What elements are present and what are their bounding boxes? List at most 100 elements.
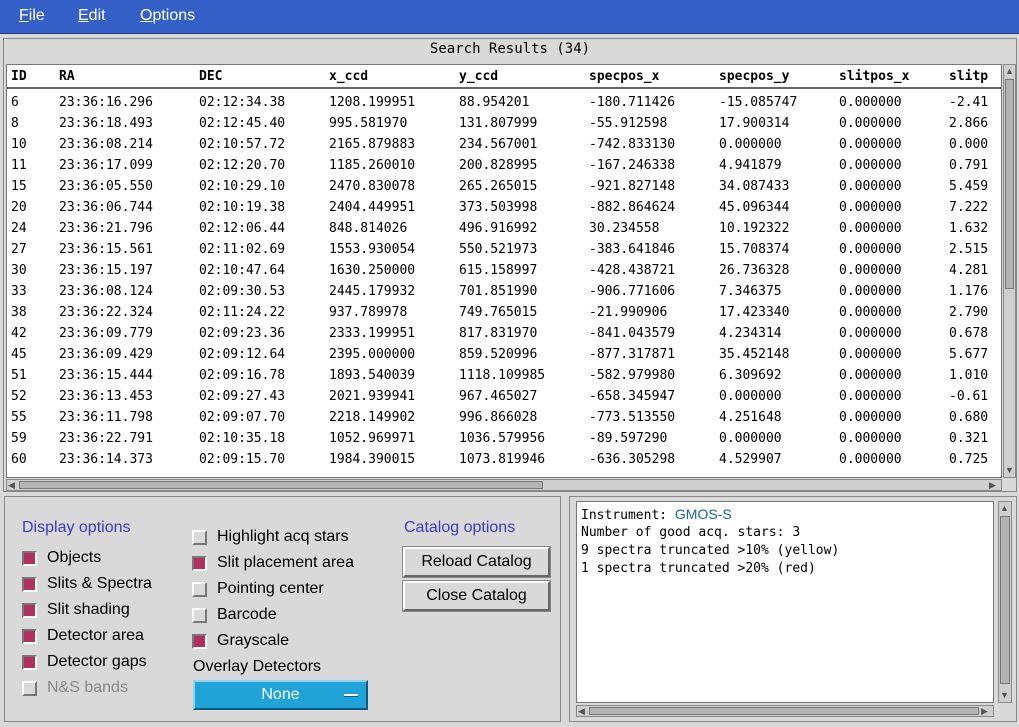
table-cell: 23:36:06.744 <box>59 200 153 215</box>
results-vertical-scrollbar[interactable]: ▲ ▼ <box>1003 64 1016 478</box>
menu-file[interactable]: File <box>19 7 45 25</box>
table-cell: 0.000000 <box>839 452 902 467</box>
table-cell: 4.281 <box>949 263 989 278</box>
results-horizontal-scroll-thumb[interactable] <box>19 481 543 489</box>
table-cell: 0.000000 <box>839 95 902 110</box>
table-cell: 23:36:11.798 <box>59 410 153 425</box>
info-vertical-scroll-thumb[interactable] <box>1000 516 1010 684</box>
column-header[interactable]: slitp <box>949 69 988 84</box>
table-cell: 23:36:05.550 <box>59 179 153 194</box>
table-row[interactable]: 60 23:36:14.373 02:09:15.70 1984.390015 1073… <box>7 450 1001 471</box>
table-row[interactable]: 51 23:36:15.444 02:09:16.78 1893.540039 1118… <box>7 366 1001 387</box>
table-cell: -15.085747 <box>719 95 798 110</box>
table-cell: 02:09:30.53 <box>199 284 286 299</box>
table-cell: 27 <box>11 242 27 257</box>
scroll-down-arrow-icon[interactable]: ▼ <box>1005 465 1014 475</box>
truncated-20-line: 1 spectra truncated >20% (red) <box>581 561 816 576</box>
checkbox-box-icon[interactable] <box>22 603 37 618</box>
table-cell: 23:36:09.429 <box>59 347 153 362</box>
table-cell: 1893.540039 <box>329 368 416 383</box>
table-cell: 42 <box>11 326 27 341</box>
results-horizontal-scrollbar[interactable]: ◀ ▶ <box>6 479 1002 491</box>
table-cell: -89.597290 <box>589 431 668 446</box>
table-cell: 0.000000 <box>839 305 902 320</box>
info-panel: Instrument: GMOS-S Number of good acq. s… <box>569 496 1017 722</box>
table-cell: 5.459 <box>949 179 989 194</box>
table-cell: 2.866 <box>949 116 989 131</box>
table-row[interactable]: 42 23:36:09.779 02:09:23.36 2333.199951 817.… <box>7 324 1001 345</box>
table-cell: 17.423340 <box>719 305 790 320</box>
scroll-up-arrow-icon[interactable]: ▲ <box>1005 66 1014 76</box>
column-header[interactable]: specpos_y <box>719 69 789 84</box>
scroll-left-arrow-icon[interactable]: ◀ <box>8 480 15 490</box>
table-cell: 02:12:34.38 <box>199 95 286 110</box>
checkbox-box-icon[interactable] <box>192 556 207 571</box>
dropdown-indicator-icon <box>344 694 358 697</box>
table-row[interactable]: 27 23:36:15.561 02:11:02.69 1553.930054 550.… <box>7 240 1001 261</box>
table-row[interactable]: 55 23:36:11.798 02:09:07.70 2218.149902 996.… <box>7 408 1001 429</box>
scroll-down-arrow-icon[interactable]: ▼ <box>1000 690 1009 700</box>
scroll-right-arrow-icon[interactable]: ▶ <box>989 480 996 490</box>
table-cell: 30.234558 <box>589 221 660 236</box>
scroll-right-arrow-icon[interactable]: ▶ <box>981 706 988 716</box>
column-header[interactable]: RA <box>59 69 75 84</box>
table-row[interactable]: 52 23:36:13.453 02:09:27.43 2021.939941 967.… <box>7 387 1001 408</box>
table-cell: 38 <box>11 305 27 320</box>
overlay-detectors-dropdown[interactable]: None <box>193 680 368 710</box>
table-cell: -636.305298 <box>589 452 676 467</box>
results-vertical-scroll-thumb[interactable] <box>1005 79 1014 289</box>
table-cell: 2165.879883 <box>329 137 416 152</box>
checkbox-box-icon[interactable] <box>192 608 207 623</box>
scroll-up-arrow-icon[interactable]: ▲ <box>1000 503 1009 513</box>
checkbox-box-icon[interactable] <box>22 681 37 696</box>
menu-options[interactable]: Options <box>140 7 195 25</box>
checkbox-box-icon[interactable] <box>22 577 37 592</box>
table-cell: 265.265015 <box>459 179 538 194</box>
table-row[interactable]: 11 23:36:17.099 02:12:20.70 1185.260010 200.… <box>7 156 1001 177</box>
info-vertical-scrollbar[interactable]: ▲ ▼ <box>998 501 1012 703</box>
checkbox-box-icon[interactable] <box>192 634 207 649</box>
table-row[interactable]: 33 23:36:08.124 02:09:30.53 2445.179932 701.… <box>7 282 1001 303</box>
close-catalog-button[interactable]: Close Catalog <box>402 580 551 612</box>
scroll-left-arrow-icon[interactable]: ◀ <box>578 706 585 716</box>
table-row[interactable]: 38 23:36:22.324 02:11:24.22 937.789978 749.7… <box>7 303 1001 324</box>
table-cell: 02:09:07.70 <box>199 410 286 425</box>
table-cell: 0.791 <box>949 158 989 173</box>
table-cell: 15 <box>11 179 27 194</box>
table-cell: 02:11:24.22 <box>199 305 286 320</box>
checkbox-box-icon[interactable] <box>22 655 37 670</box>
table-row[interactable]: 6 23:36:16.296 02:12:34.38 1208.199951 88.95… <box>7 93 1001 114</box>
table-row[interactable]: 10 23:36:08.214 02:10:57.72 2165.879883 234.… <box>7 135 1001 156</box>
table-row[interactable]: 30 23:36:15.197 02:10:47.64 1630.250000 615.… <box>7 261 1001 282</box>
column-header[interactable]: specpos_x <box>589 69 659 84</box>
menu-edit[interactable]: Edit <box>78 7 106 25</box>
table-cell: 23:36:22.324 <box>59 305 153 320</box>
table-cell: 2470.830078 <box>329 179 416 194</box>
checkbox-box-icon[interactable] <box>192 530 207 545</box>
info-horizontal-scrollbar[interactable]: ◀ ▶ <box>576 705 994 717</box>
table-row[interactable]: 59 23:36:22.791 02:10:35.18 1052.969971 1036… <box>7 429 1001 450</box>
column-header[interactable]: ID <box>11 69 27 84</box>
column-header[interactable]: y_ccd <box>459 69 498 84</box>
table-row[interactable]: 20 23:36:06.744 02:10:19.38 2404.449951 373.… <box>7 198 1001 219</box>
info-horizontal-scroll-thumb[interactable] <box>589 707 979 715</box>
table-cell: 0.725 <box>949 452 989 467</box>
table-cell: -2.41 <box>949 95 989 110</box>
table-cell: 1185.260010 <box>329 158 416 173</box>
table-cell: 2.790 <box>949 305 989 320</box>
column-header[interactable]: slitpos_x <box>839 69 909 84</box>
table-row[interactable]: 8 23:36:18.493 02:12:45.40 995.581970 131.80… <box>7 114 1001 135</box>
column-header[interactable]: x_ccd <box>329 69 368 84</box>
checkbox-box-icon[interactable] <box>22 551 37 566</box>
table-cell: 1630.250000 <box>329 263 416 278</box>
checkbox-box-icon[interactable] <box>192 582 207 597</box>
table-row[interactable]: 15 23:36:05.550 02:10:29.10 2470.830078 265.… <box>7 177 1001 198</box>
table-cell: -428.438721 <box>589 263 676 278</box>
table-row[interactable]: 45 23:36:09.429 02:09:12.64 2395.000000 859.… <box>7 345 1001 366</box>
checkbox-box-icon[interactable] <box>22 629 37 644</box>
table-cell: 11 <box>11 158 27 173</box>
table-row[interactable]: 24 23:36:21.796 02:12:06.44 848.814026 496.9… <box>7 219 1001 240</box>
table-cell: 52 <box>11 389 27 404</box>
reload-catalog-button[interactable]: Reload Catalog <box>402 546 551 578</box>
column-header[interactable]: DEC <box>199 69 222 84</box>
